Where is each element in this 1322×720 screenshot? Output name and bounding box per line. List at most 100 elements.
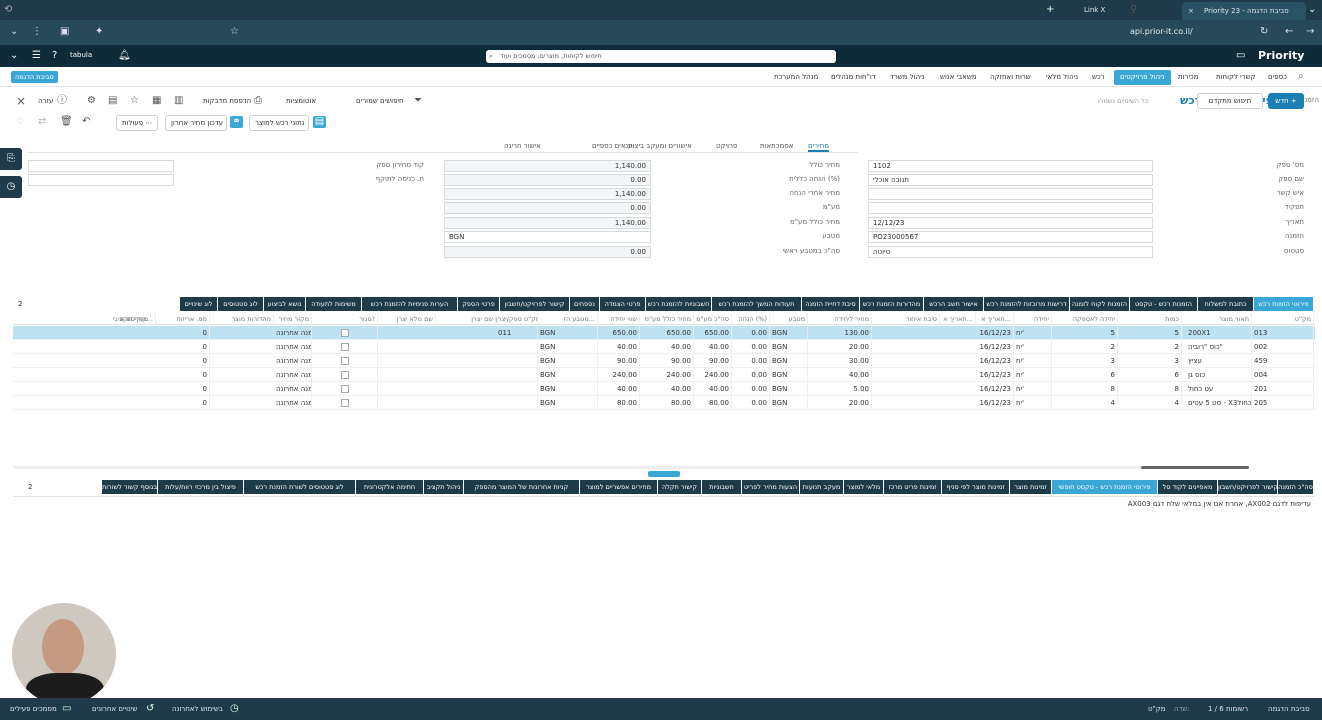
- sub-tab[interactable]: פירוטי הזמנת רכש - טקסט חופשי: [1052, 480, 1158, 494]
- bell-icon[interactable]: 🔔︎: [118, 50, 131, 62]
- grid-cell[interactable]: 5.00: [808, 382, 872, 396]
- url-text[interactable]: api.prior-it.co.il/: [1130, 27, 1193, 36]
- splitter-handle[interactable]: [648, 471, 680, 477]
- new-button[interactable]: חדש +: [1268, 93, 1304, 109]
- field-input[interactable]: 1,140.00: [444, 217, 651, 229]
- grid-cell[interactable]: [496, 354, 538, 368]
- grid-cell[interactable]: BGN: [770, 396, 808, 410]
- field-input[interactable]: 0.00: [444, 174, 651, 186]
- detail-tab[interactable]: לוג שינויים: [180, 297, 218, 311]
- grid-cell[interactable]: 20.00: [808, 340, 872, 354]
- grid-cell[interactable]: 16/12/23: [976, 382, 1014, 396]
- closed-checkbox-cell[interactable]: [312, 340, 378, 354]
- closed-checkbox-cell[interactable]: [312, 326, 378, 340]
- help-button[interactable]: עזרה: [38, 97, 53, 105]
- grid-cell[interactable]: 80.00: [694, 396, 732, 410]
- main-nav-item[interactable]: רכש: [1086, 70, 1111, 85]
- grid-cell[interactable]: BGN: [770, 340, 808, 354]
- recently-used[interactable]: בשימוש לאחרונה: [172, 703, 223, 715]
- saved-searches-button[interactable]: חיפושים שמורים: [356, 97, 404, 105]
- column-header[interactable]: מחיר כולל מע"מ: [640, 313, 694, 325]
- star-icon[interactable]: ☆: [230, 26, 239, 38]
- sub-tab[interactable]: לוג סטטוסים לשורת הזמנת רכש: [244, 480, 356, 494]
- grid-cell[interactable]: 002: [1252, 340, 1314, 354]
- detail-tab[interactable]: אישור חשב הרכש: [924, 297, 984, 311]
- grid-cell[interactable]: [496, 368, 538, 382]
- form-tab[interactable]: פרויקט: [716, 140, 737, 152]
- purchase-data-button[interactable]: נתוני רכש למוצר: [249, 115, 309, 131]
- grid-cell[interactable]: [496, 396, 538, 410]
- grid-cell[interactable]: BGN: [538, 340, 598, 354]
- sidebar-icon[interactable]: ▣: [60, 26, 69, 38]
- user-name[interactable]: tabula: [70, 51, 92, 59]
- grid-cell[interactable]: 5: [1118, 326, 1182, 340]
- grid-cell[interactable]: 013: [1252, 326, 1314, 340]
- column-header[interactable]: מקור מחיר: [274, 313, 312, 325]
- grid-cell[interactable]: 240.00: [694, 368, 732, 382]
- sub-tab[interactable]: זמינות מוצר: [1010, 480, 1052, 494]
- new-tab-icon[interactable]: +: [1046, 4, 1054, 16]
- column-header[interactable]: סעיף תקציבי: [82, 313, 151, 325]
- grid-cell[interactable]: 40.00: [808, 368, 872, 382]
- column-header[interactable]: יחידה: [1014, 313, 1052, 325]
- column-header[interactable]: מטבע: [770, 313, 808, 325]
- grid-cell[interactable]: 4: [1052, 396, 1118, 410]
- sub-tab[interactable]: חתימה אלקטרונית: [356, 480, 424, 494]
- form-tab[interactable]: תנאים כספיים: [592, 140, 633, 152]
- scrollbar-thumb[interactable]: [1141, 466, 1249, 469]
- detail-tab[interactable]: סיבת דחיית הזמנה: [802, 297, 860, 311]
- grid-cell[interactable]: יח': [1014, 382, 1052, 396]
- close-icon[interactable]: ×: [16, 95, 26, 107]
- sub-tab[interactable]: מאפיינים לקוד סל: [1158, 480, 1218, 494]
- sub-tab[interactable]: קישור לפרויקט/חשבון: [1218, 480, 1278, 494]
- print-labels-button[interactable]: הדפסת מדבקות: [203, 97, 251, 105]
- close-icon[interactable]: ×: [1188, 2, 1194, 20]
- column-header[interactable]: מחיר ליחידה: [808, 313, 872, 325]
- grid-cell[interactable]: יח': [1014, 396, 1052, 410]
- operations-button[interactable]: פעולות ⋯: [116, 115, 158, 131]
- sub-tab[interactable]: מעקב תנועות: [800, 480, 844, 494]
- checkbox[interactable]: [340, 343, 349, 351]
- grid-cell[interactable]: 40.00: [598, 382, 640, 396]
- checkbox[interactable]: [340, 385, 349, 393]
- field-input[interactable]: 1102: [868, 160, 1153, 172]
- closed-checkbox-cell[interactable]: [312, 382, 378, 396]
- column-header[interactable]: סגור?: [312, 313, 378, 325]
- chevron-down-icon[interactable]: ⌄: [10, 50, 18, 62]
- print-icon[interactable]: ⎙: [254, 95, 262, 107]
- field-input[interactable]: [868, 202, 1153, 214]
- grid-cell[interactable]: הזמנה אחרונה: [274, 368, 312, 382]
- grid-cell[interactable]: 0.00: [732, 368, 770, 382]
- horizontal-scrollbar[interactable]: [13, 466, 1249, 469]
- grid-cell[interactable]: יח': [1014, 340, 1052, 354]
- detail-tab[interactable]: הערות פנימיות להזמנת רכש: [362, 297, 458, 311]
- grid-cell[interactable]: 004: [1252, 368, 1314, 382]
- grid-cell[interactable]: BGN: [538, 396, 598, 410]
- window-icon[interactable]: ▭: [1236, 50, 1245, 62]
- automations-button[interactable]: אוטומציות: [286, 97, 316, 105]
- browser-tab-priority[interactable]: × Priority 23 - סביבת הדגמה: [1182, 2, 1306, 20]
- detail-tab[interactable]: תעודות המשך להזמנת רכש: [712, 297, 802, 311]
- grid-cell[interactable]: 16/12/23: [976, 354, 1014, 368]
- grid-cell[interactable]: הזמנה אחרונה: [274, 326, 312, 340]
- grid-cell[interactable]: 650.00: [694, 326, 732, 340]
- checkbox[interactable]: [340, 371, 349, 379]
- sub-tab[interactable]: זמינות פריט מרכז: [884, 480, 942, 494]
- grid-cell[interactable]: 40.00: [640, 340, 694, 354]
- grid-cell[interactable]: 0.00: [732, 396, 770, 410]
- column-header[interactable]: תאריך א...: [976, 313, 1014, 325]
- search-icon[interactable]: ⌕: [1298, 71, 1304, 83]
- back-arrow-icon[interactable]: ←: [1285, 26, 1293, 38]
- column-header[interactable]: שם מלא יצרן: [378, 313, 436, 325]
- detail-tab[interactable]: הזמנות לקוח לזמנה: [1070, 297, 1130, 311]
- column-header[interactable]: מטבע הז...: [538, 313, 598, 325]
- grid-cell[interactable]: 0.00: [732, 326, 770, 340]
- grid-cell[interactable]: 80.00: [640, 396, 694, 410]
- grid-cell[interactable]: סט 5 עטים - X3כחול: [1186, 396, 1252, 410]
- sub-tab[interactable]: קישור תקלה: [658, 480, 702, 494]
- grid-cell[interactable]: BGN: [770, 354, 808, 368]
- form-tab[interactable]: אסמכתאות: [760, 140, 793, 152]
- field-input[interactable]: 0.00: [444, 202, 651, 214]
- trash-icon[interactable]: 🗑︎: [60, 116, 73, 128]
- checkbox[interactable]: [340, 357, 349, 365]
